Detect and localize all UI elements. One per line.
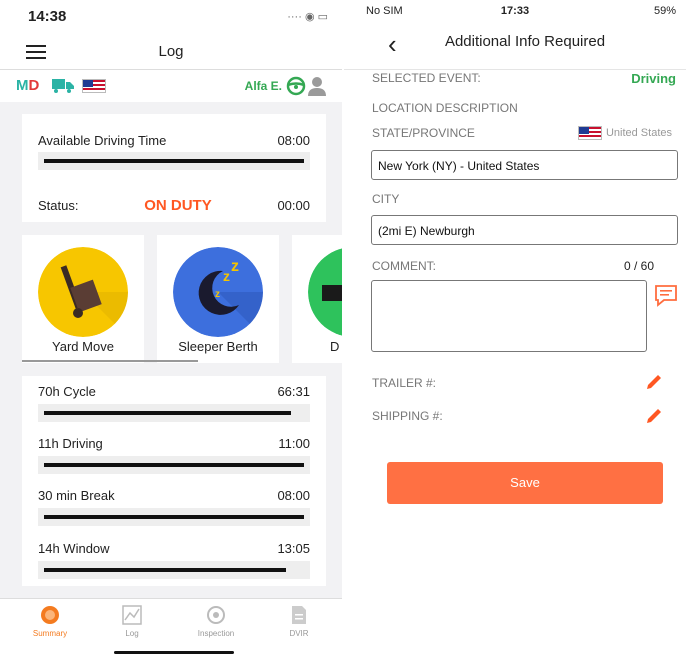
tab-dvir[interactable]: DVIR	[259, 605, 339, 638]
mode-driving[interactable]: D	[292, 235, 342, 363]
location-description-label: LOCATION DESCRIPTION	[372, 101, 518, 115]
status-value[interactable]: ON DUTY	[144, 197, 212, 214]
timer-progress-fill	[44, 515, 304, 519]
shipping-label: SHIPPING #:	[372, 409, 443, 423]
country-label[interactable]: United States	[606, 127, 672, 139]
city-input[interactable]: (2mi E) Newburgh	[371, 215, 678, 245]
timer-row: 14h Window 13:05	[38, 541, 310, 556]
md-logo: MD	[16, 77, 40, 94]
timer-progress	[38, 561, 310, 579]
status-time: 17:33	[500, 5, 530, 17]
tab-log[interactable]: Log	[92, 605, 172, 638]
mode-label: Yard Move	[52, 339, 114, 354]
svg-text:z: z	[231, 258, 239, 275]
tab-label: DVIR	[289, 629, 309, 638]
comment-label: COMMENT:	[372, 259, 436, 273]
truck-icon	[52, 79, 74, 93]
battery-level: 59%	[653, 5, 676, 17]
status-bar: 14:38 ···· ◉ ▭	[0, 0, 342, 32]
svg-text:z: z	[223, 268, 230, 284]
timers-card: 70h Cycle 66:31 11h Driving 11:00 30 min…	[22, 376, 326, 586]
available-time-card: Available Driving Time 08:00 Status: ON …	[22, 114, 326, 222]
status-row: Status: ON DUTY 00:00	[38, 197, 310, 214]
page-title: Log	[158, 43, 184, 60]
tab-bar: Summary Log Inspection DVIR	[0, 598, 342, 654]
selected-event-value: Driving	[631, 71, 676, 86]
mode-label: Sleeper Berth	[178, 339, 258, 354]
wifi-battery-icons: ···· ◉ ▭	[287, 11, 328, 23]
timer-value: 13:05	[277, 541, 310, 556]
us-flag-icon	[578, 126, 602, 140]
us-flag-icon	[82, 79, 106, 93]
mode-label: D	[330, 339, 340, 354]
driver-info-bar: MD Alfa E.	[0, 70, 342, 102]
timer-value: 11:00	[278, 436, 310, 451]
timer-progress-fill	[44, 411, 291, 415]
tab-inspection[interactable]: Inspection	[176, 605, 256, 638]
available-label: Available Driving Time	[38, 133, 167, 148]
carousel-scroll-indicator	[22, 360, 198, 362]
state-province-input[interactable]: New York (NY) - United States	[371, 150, 678, 180]
nav-bar: Log	[0, 32, 342, 70]
timer-progress	[38, 404, 310, 422]
status-bar: No SIM 17:33 59%	[344, 0, 686, 22]
additional-info-screen: No SIM 17:33 59% ‹ Additional Info Requi…	[344, 0, 686, 654]
city-label: CITY	[372, 192, 400, 206]
duty-mode-carousel[interactable]: Yard Move z z z Sleeper Berth D	[22, 235, 342, 365]
clock-icon	[41, 606, 59, 624]
document-icon	[292, 606, 306, 624]
timer-row: 70h Cycle 66:31	[38, 384, 310, 399]
user-icon[interactable]	[308, 76, 326, 96]
timer-value: 08:00	[277, 488, 310, 503]
comment-counter: 0 / 60	[623, 259, 654, 273]
chat-bubble-icon[interactable]	[654, 284, 678, 308]
timer-progress	[38, 508, 310, 526]
tab-label: Summary	[32, 629, 68, 638]
available-value: 08:00	[277, 133, 310, 148]
tab-summary[interactable]: Summary	[10, 605, 90, 638]
status-time-value: 00:00	[277, 198, 310, 213]
timer-label: 70h Cycle	[38, 384, 96, 399]
timer-label: 14h Window	[38, 541, 110, 556]
state-province-label: STATE/PROVINCE	[372, 126, 475, 140]
mode-sleeper-berth[interactable]: z z z Sleeper Berth	[157, 235, 279, 363]
log-screen: 14:38 ···· ◉ ▭ Log MD Alfa E. Available …	[0, 0, 342, 654]
chart-icon	[122, 605, 142, 625]
svg-text:z: z	[215, 289, 220, 300]
truck-circle-icon	[308, 248, 342, 336]
page-title: Additional Info Required	[444, 33, 606, 50]
timer-progress-fill	[44, 568, 286, 572]
timer-progress	[38, 456, 310, 474]
tab-label: Log	[125, 629, 139, 638]
save-button[interactable]: Save	[387, 462, 663, 504]
timer-row: 30 min Break 08:00	[38, 488, 310, 503]
status-label: Status:	[38, 198, 79, 213]
timer-row: 11h Driving 11:00	[38, 436, 310, 451]
status-time: 14:38	[28, 8, 67, 25]
timer-progress-fill	[44, 463, 304, 467]
edit-shipping-pencil-icon[interactable]	[645, 407, 663, 425]
comment-textarea[interactable]	[371, 280, 647, 352]
timer-label: 30 min Break	[38, 488, 115, 503]
trailer-label: TRAILER #:	[372, 376, 437, 390]
available-progress	[38, 152, 310, 170]
timer-label: 11h Driving	[38, 436, 103, 451]
nav-bar: ‹ Additional Info Required	[344, 22, 686, 70]
available-progress-fill	[44, 159, 304, 163]
steering-wheel-icon[interactable]	[286, 76, 306, 96]
timer-value: 66:31	[277, 384, 310, 399]
driver-name[interactable]: Alfa E.	[245, 79, 282, 93]
available-row: Available Driving Time 08:00	[38, 133, 310, 148]
hand-truck-icon	[38, 247, 128, 337]
moon-sleep-icon: z z z	[173, 247, 263, 337]
inspection-icon	[207, 606, 225, 624]
edit-trailer-pencil-icon[interactable]	[645, 373, 663, 391]
tab-label: Inspection	[197, 629, 235, 638]
selected-event-label: SELECTED EVENT:	[372, 71, 481, 85]
mode-yard-move[interactable]: Yard Move	[22, 235, 144, 363]
